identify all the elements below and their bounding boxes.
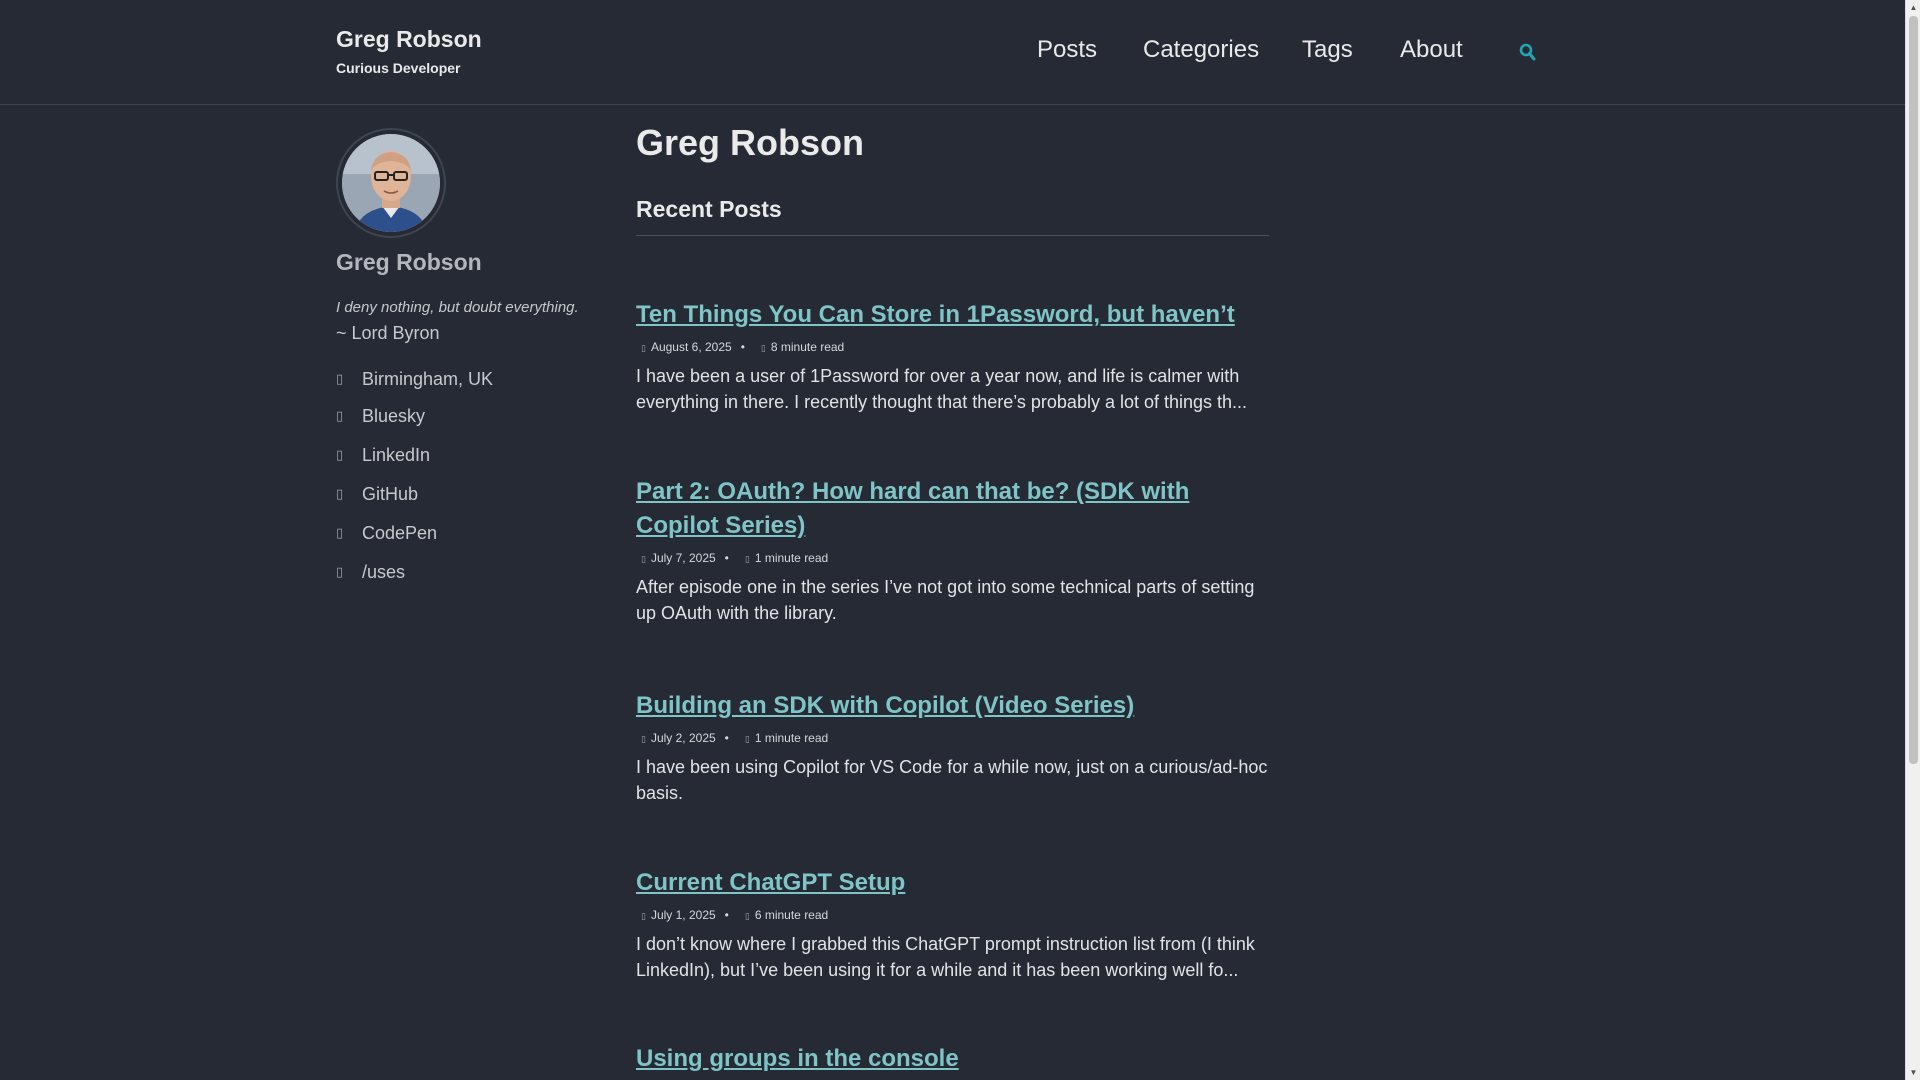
calendar-icon: ▯ [641,554,646,564]
post-meta: ▯ July 7, 2025 • ▯ 1 minute read [636,548,1269,568]
clock-icon: ▯ [744,554,750,564]
calendar-icon: ▯ [641,734,646,744]
post-item: Ten Things You Can Store in 1Password, b… [636,298,1269,415]
post-read-time: 1 minute read [754,551,829,565]
meta-separator: • [724,731,729,745]
author-link-linkedin[interactable]: ▯ LinkedIn [336,445,430,469]
nav-about[interactable]: About [1400,36,1463,64]
post-excerpt: After episode one in the series I’ve not… [636,577,1255,623]
section-title-recent-posts: Recent Posts [636,196,1269,236]
calendar-icon: ▯ [641,911,646,921]
post-title-link[interactable]: Part 2: OAuth? How hard can that be? (SD… [636,475,1269,543]
codepen-icon: ▯ [336,525,344,540]
scroll-thumb[interactable] [1909,16,1918,764]
post-excerpt: I don’t know where I grabbed this ChatGP… [636,934,1255,980]
site-title-link[interactable]: Greg Robson [336,26,482,53]
map-marker-icon: ▯ [336,371,344,386]
author-bio-quote: I deny nothing, but doubt everything. [336,299,579,316]
author-link-location: ▯ Birmingham, UK [336,369,493,393]
post-item: Building an SDK with Copilot (Video Seri… [636,689,1269,806]
post-date: July 1, 2025 [650,908,716,922]
post-title-link[interactable]: Using groups in the console [636,1042,1269,1076]
post-title-link[interactable]: Current ChatGPT Setup [636,866,1269,900]
post-read-time: 1 minute read [754,731,829,745]
link-icon: ▯ [336,564,344,579]
clock-icon: ▯ [744,734,750,744]
post-excerpt: I have been using Copilot for VS Code fo… [636,757,1268,803]
post-item: Current ChatGPT Setup ▯ July 1, 2025 • ▯ 6 m… [636,866,1269,983]
author-link-codepen[interactable]: ▯ CodePen [336,523,437,547]
search-icon [1519,43,1536,61]
author-link-label[interactable]: LinkedIn [362,445,430,465]
author-link-uses[interactable]: ▯ /uses [336,562,405,586]
author-link-label: Birmingham, UK [362,369,494,389]
meta-separator: • [724,551,729,565]
author-link-label[interactable]: GitHub [362,484,418,504]
bluesky-icon: ▯ [336,408,344,423]
meta-separator: • [724,908,729,922]
post-date: August 6, 2025 [650,340,732,354]
linkedin-icon: ▯ [336,447,344,462]
page-title: Greg Robson [636,122,865,163]
avatar [336,128,446,238]
post-title-link[interactable]: Ten Things You Can Store in 1Password, b… [636,298,1269,332]
post-meta: ▯ August 6, 2025 • ▯ 8 minute read [636,337,1269,357]
author-link-github[interactable]: ▯ GitHub [336,484,418,508]
post-read-time: 8 minute read [770,340,845,354]
post-date: July 2, 2025 [650,731,716,745]
github-icon: ▯ [336,486,344,501]
nav-posts[interactable]: Posts [1037,36,1097,64]
post-meta: ▯ July 2, 2025 • ▯ 1 minute read [636,728,1269,748]
clock-icon: ▯ [760,343,766,353]
author-name: Greg Robson [336,249,482,275]
nav-tags[interactable]: Tags [1302,36,1353,64]
avatar-photo [342,134,440,232]
post-excerpt: I have been a user of 1Password for over… [636,366,1248,412]
nav-categories[interactable]: Categories [1143,36,1259,64]
clock-icon: ▯ [744,911,750,921]
masthead: Greg Robson Curious Developer Posts Cate… [0,0,1905,105]
page-scrollbar[interactable]: ▲ ▼ [1905,0,1920,1080]
post-item: Part 2: OAuth? How hard can that be? (SD… [636,475,1269,626]
scroll-up-arrow-icon[interactable]: ▲ [1906,0,1920,15]
calendar-icon: ▯ [641,343,646,353]
site-subtitle: Curious Developer [336,60,461,76]
post-title-link[interactable]: Building an SDK with Copilot (Video Seri… [636,689,1269,723]
scroll-down-arrow-icon[interactable]: ▼ [1906,1065,1920,1080]
meta-separator: • [740,340,745,354]
post-meta: ▯ July 1, 2025 • ▯ 6 minute read [636,905,1269,925]
author-link-label[interactable]: CodePen [362,523,437,543]
author-link-label[interactable]: /uses [362,562,405,582]
post-item: Using groups in the console [636,1042,1269,1076]
author-link-label[interactable]: Bluesky [362,406,425,426]
author-link-bluesky[interactable]: ▯ Bluesky [336,406,425,430]
search-button[interactable] [1518,42,1538,64]
post-date: July 7, 2025 [650,551,716,565]
author-bio-signature: ~ Lord Byron [336,323,440,343]
post-read-time: 6 minute read [754,908,829,922]
